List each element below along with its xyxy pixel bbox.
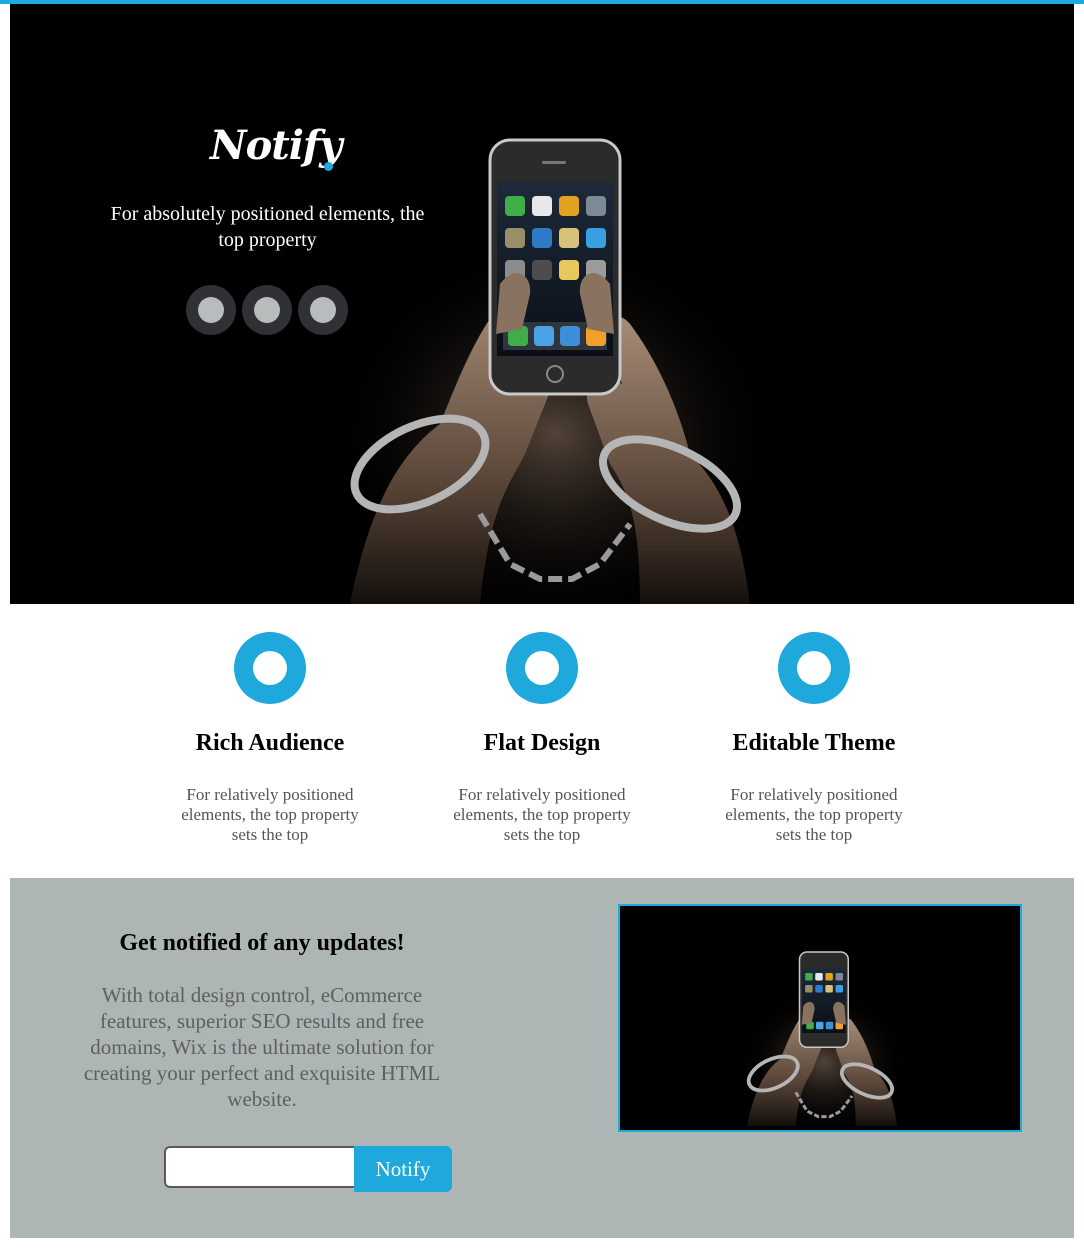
feature-text: For relatively positioned elements, the …: [453, 785, 631, 844]
notify-button[interactable]: Notify: [354, 1146, 452, 1192]
signup-description: With total design control, eCommerce fea…: [83, 983, 441, 1111]
preview-photo: [737, 951, 911, 1126]
ring-icon: [778, 632, 850, 704]
feature-title: Editable Theme: [732, 730, 896, 756]
slider-dot-2[interactable]: [242, 285, 292, 335]
feature-title: Rich Audience: [195, 730, 345, 756]
feature-title: Flat Design: [483, 730, 601, 756]
feature-editable-theme: Editable Theme For relatively positioned…: [694, 632, 934, 845]
slider-dot-1[interactable]: [186, 285, 236, 335]
signup-title: Get notified of any updates!: [119, 930, 405, 956]
feature-text: For relatively positioned elements, the …: [725, 785, 903, 844]
features-section: Rich Audience For relatively positioned …: [0, 604, 1084, 878]
email-input[interactable]: [164, 1146, 354, 1188]
feature-rich-audience: Rich Audience For relatively positioned …: [150, 632, 390, 845]
preview-image: [618, 904, 1022, 1132]
ring-icon: [506, 632, 578, 704]
ring-icon: [234, 632, 306, 704]
signup-section: Get notified of any updates! With total …: [10, 878, 1074, 1238]
feature-text: For relatively positioned elements, the …: [181, 785, 359, 844]
hero-section: Notify For absolutely positioned element…: [10, 4, 1074, 604]
hero-image: [325, 138, 785, 604]
feature-flat-design: Flat Design For relatively positioned el…: [422, 632, 662, 845]
